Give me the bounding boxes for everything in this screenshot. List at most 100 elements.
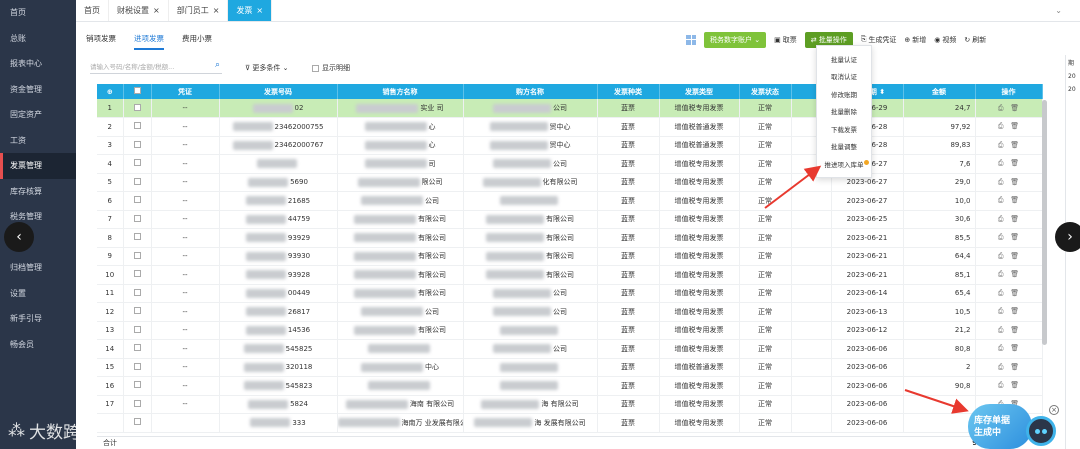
- row-checkbox[interactable]: [123, 210, 152, 229]
- view-invoice-icon[interactable]: ⎙: [998, 252, 1004, 260]
- view-invoice-icon[interactable]: ⎙: [998, 307, 1004, 315]
- row-select-checkbox[interactable]: [133, 103, 141, 111]
- table-row[interactable]: 2--23462000755心贸中心蓝票增值税普通发票正常2023-06-289…: [97, 117, 1043, 137]
- table-row[interactable]: 9 -- 93930 有限公司 有限公司 蓝票 增值税专用发票 正常 2023-06-21 64,…: [97, 247, 1043, 266]
- row-checkbox[interactable]: [123, 265, 152, 285]
- view-invoice-icon[interactable]: ⎙: [998, 141, 1004, 149]
- operations-cell[interactable]: ⎙ 🗑: [975, 154, 1043, 174]
- subtab-2[interactable]: 费用小票: [182, 33, 212, 48]
- row-checkbox[interactable]: [123, 228, 152, 248]
- sidebar-item[interactable]: 发票管理: [0, 153, 76, 179]
- row-select-checkbox[interactable]: [133, 122, 141, 130]
- batch-menu-item[interactable]: 取消认证: [817, 68, 871, 86]
- robot-assistant-icon[interactable]: [1026, 416, 1056, 446]
- delete-icon[interactable]: 🗑: [1010, 159, 1019, 167]
- batch-menu-item[interactable]: 批量删除: [817, 103, 871, 121]
- operations-cell[interactable]: ⎙ 🗑: [975, 173, 1043, 192]
- view-invoice-icon[interactable]: ⎙: [998, 270, 1004, 278]
- operations-cell[interactable]: ⎙ 🗑: [975, 228, 1043, 248]
- table-row[interactable]: 333 海南万 业发展有限公司 海 发展有限公司 蓝票增值税专用发票正常 2023-06…: [97, 413, 1043, 433]
- view-invoice-icon[interactable]: ⎙: [998, 159, 1004, 167]
- subtab-1[interactable]: 进项发票: [134, 33, 164, 50]
- tab-close-icon[interactable]: ×: [213, 6, 220, 15]
- view-invoice-icon[interactable]: ⎙: [998, 289, 1004, 297]
- table-row[interactable]: 8 -- 93929 有限公司 有限公司 蓝票 增值税专用发票 正常 2023-06-21 85,…: [97, 228, 1043, 248]
- row-checkbox[interactable]: [123, 302, 152, 322]
- delete-icon[interactable]: 🗑: [1010, 270, 1019, 278]
- tax-account-button[interactable]: 税务数字账户 ⌄: [704, 31, 767, 48]
- refresh-button[interactable]: ↻ 刷新: [964, 35, 986, 45]
- operations-cell[interactable]: ⎙ 🗑: [975, 210, 1043, 229]
- collapse-right-arrow-icon[interactable]: ›: [1055, 222, 1080, 252]
- table-scrollbar[interactable]: [1042, 100, 1047, 345]
- batch-menu-item[interactable]: 下载发票: [817, 120, 871, 138]
- row-checkbox[interactable]: [123, 339, 152, 359]
- sidebar-item[interactable]: 总账: [0, 26, 76, 52]
- table-row[interactable]: 11 -- 00449 有限公司 公司 蓝票 增值税专用发票 正常 2023-06-14 65,4…: [97, 284, 1043, 303]
- row-select-checkbox[interactable]: [133, 140, 141, 148]
- view-invoice-icon[interactable]: ⎙: [998, 215, 1004, 223]
- row-select-checkbox[interactable]: [133, 233, 141, 241]
- tab-close-icon[interactable]: ×: [256, 6, 263, 15]
- operations-cell[interactable]: ⎙ 🗑: [975, 99, 1043, 118]
- operations-cell[interactable]: ⎙ 🗑: [975, 117, 1043, 137]
- row-checkbox[interactable]: [123, 413, 152, 433]
- delete-icon[interactable]: 🗑: [1010, 122, 1019, 130]
- sidebar-item[interactable]: 工资: [0, 128, 76, 154]
- row-checkbox[interactable]: [123, 99, 152, 118]
- row-select-checkbox[interactable]: [133, 344, 141, 352]
- row-select-checkbox[interactable]: [133, 288, 141, 296]
- select-all-checkbox[interactable]: [123, 84, 152, 99]
- operations-cell[interactable]: ⎙ 🗑: [975, 191, 1043, 211]
- sidebar-item[interactable]: 设置: [0, 281, 76, 307]
- view-invoice-icon[interactable]: ⎙: [998, 233, 1004, 241]
- table-row[interactable]: 7 -- 44759 有限公司 有限公司 蓝票 增值税专用发票 正常 2023-06-25 30,…: [97, 210, 1043, 229]
- view-invoice-icon[interactable]: ⎙: [998, 104, 1004, 112]
- row-select-checkbox[interactable]: [133, 362, 141, 370]
- sidebar-item[interactable]: 畅会员: [0, 332, 76, 358]
- row-checkbox[interactable]: [123, 247, 152, 266]
- row-checkbox[interactable]: [123, 136, 152, 155]
- view-invoice-icon[interactable]: ⎙: [998, 344, 1004, 352]
- collapse-left-arrow-icon[interactable]: ‹: [4, 222, 34, 252]
- sidebar-item[interactable]: 库存核算: [0, 179, 76, 205]
- view-invoice-icon[interactable]: ⎙: [998, 381, 1004, 389]
- table-row[interactable]: 10 -- 93928 有限公司 有限公司 蓝票 增值税专用发票 正常 2023-06-21 85…: [97, 265, 1043, 285]
- delete-icon[interactable]: 🗑: [1010, 233, 1019, 241]
- sidebar-item[interactable]: 首页: [0, 0, 76, 26]
- delete-icon[interactable]: 🗑: [1010, 344, 1019, 352]
- table-row[interactable]: 15 -- 320118 中心 蓝票 增值税普通发票 正常 2023-06-06 2 ⎙ 🗑: [97, 358, 1043, 377]
- delete-icon[interactable]: 🗑: [1010, 196, 1019, 204]
- row-select-checkbox[interactable]: [133, 418, 141, 426]
- sidebar-item[interactable]: 新手引导: [0, 306, 76, 332]
- generate-voucher-button[interactable]: ⎘ 生成凭证: [861, 35, 897, 45]
- inventory-status-bubble[interactable]: 库存单据 生成中: [968, 404, 1032, 449]
- delete-icon[interactable]: 🗑: [1010, 381, 1019, 389]
- row-checkbox[interactable]: [123, 191, 152, 211]
- row-checkbox[interactable]: [123, 154, 152, 174]
- table-row[interactable]: 14 -- 545825 公司 蓝票 增值税专用发票 正常 2023-06-06 80,8 ⎙ 🗑: [97, 339, 1043, 359]
- delete-icon[interactable]: 🗑: [1010, 307, 1019, 315]
- table-row[interactable]: 12 -- 26817 公司 公司 蓝票 增值税专用发票 正常 2023-06-13 10,5 ⎙ …: [97, 302, 1043, 322]
- row-select-checkbox[interactable]: [133, 307, 141, 315]
- tab-3[interactable]: 发票 ×: [228, 0, 273, 21]
- delete-icon[interactable]: 🗑: [1010, 104, 1019, 112]
- table-row[interactable]: 1--02实业 司公司蓝票增值税专用发票正常2023-06-2924,7⎙ 🗑: [97, 99, 1043, 118]
- sidebar-item[interactable]: 报表中心: [0, 51, 76, 77]
- view-invoice-icon[interactable]: ⎙: [998, 326, 1004, 334]
- tab-2[interactable]: 部门员工 ×: [169, 0, 229, 21]
- video-button[interactable]: ◉ 视频: [934, 35, 956, 45]
- row-checkbox[interactable]: [123, 284, 152, 303]
- view-invoice-icon[interactable]: ⎙: [998, 122, 1004, 130]
- batch-menu-item[interactable]: 修改账期: [817, 85, 871, 103]
- row-select-checkbox[interactable]: [133, 381, 141, 389]
- operations-cell[interactable]: ⎙ 🗑: [975, 284, 1043, 303]
- view-invoice-icon[interactable]: ⎙: [998, 178, 1004, 186]
- row-checkbox[interactable]: [123, 395, 152, 414]
- row-select-checkbox[interactable]: [133, 159, 141, 167]
- delete-icon[interactable]: 🗑: [1010, 289, 1019, 297]
- delete-icon[interactable]: 🗑: [1010, 326, 1019, 334]
- sidebar-item[interactable]: 归档管理: [0, 255, 76, 281]
- batch-menu-item[interactable]: 批量调整: [817, 138, 871, 156]
- row-select-checkbox[interactable]: [133, 325, 141, 333]
